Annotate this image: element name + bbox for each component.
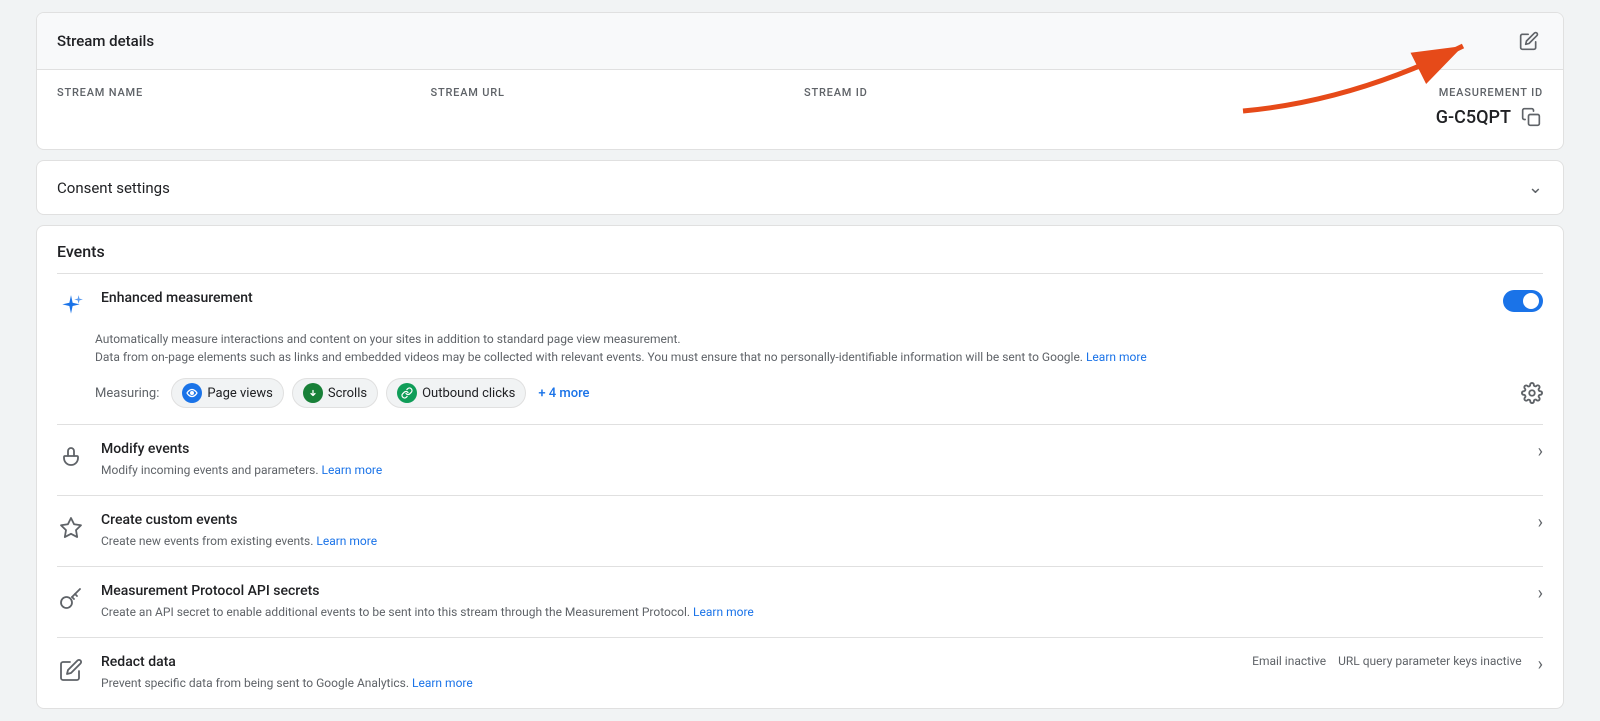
measurement-protocol-learn-more[interactable]: Learn more — [693, 605, 754, 619]
enhanced-measurement-icon — [57, 292, 85, 320]
chevron-right-icon-4: › — [1538, 654, 1543, 675]
stream-details-header: Stream details — [37, 13, 1563, 70]
consent-settings-title: Consent settings — [57, 179, 170, 197]
link-icon — [401, 387, 413, 399]
eye-icon — [186, 387, 198, 399]
events-section-title: Events — [57, 242, 1543, 261]
email-inactive-status: Email inactive — [1252, 654, 1326, 668]
measurement-id-label: MEASUREMENT ID — [1439, 86, 1543, 99]
enhanced-measurement-toggle[interactable]: ✓ — [1503, 290, 1543, 316]
modify-events-icon — [57, 443, 85, 471]
create-custom-events-title: Create custom events — [101, 512, 1522, 528]
scrolls-label: Scrolls — [328, 386, 367, 401]
stream-id-col: STREAM ID — [804, 86, 1170, 129]
stream-name-label: STREAM NAME — [57, 86, 423, 99]
measuring-label: Measuring: — [95, 386, 159, 401]
toggle-label[interactable]: ✓ — [1503, 290, 1543, 312]
measurement-protocol-action: › — [1538, 583, 1543, 604]
url-query-inactive-status: URL query parameter keys inactive — [1338, 654, 1521, 668]
modify-events-desc: Modify incoming events and parameters. L… — [101, 461, 1522, 479]
create-custom-events-learn-more[interactable]: Learn more — [316, 534, 377, 548]
scrolls-icon — [303, 383, 323, 403]
measurement-protocol-title: Measurement Protocol API secrets — [101, 583, 1522, 599]
stream-url-col: STREAM URL — [431, 86, 797, 129]
modify-events-item[interactable]: Modify events Modify incoming events and… — [57, 424, 1543, 495]
events-card: Events Enhanced measurement — [36, 225, 1564, 709]
chevron-right-icon-3: › — [1538, 583, 1543, 604]
more-link[interactable]: + 4 more — [538, 386, 589, 401]
chevron-right-icon-2: › — [1538, 512, 1543, 533]
gear-icon — [1521, 382, 1543, 404]
measurement-id-value: G-C5QPT — [1436, 107, 1511, 128]
outbound-clicks-chip: Outbound clicks — [386, 378, 526, 408]
consent-settings-card: Consent settings ⌄ — [36, 160, 1564, 215]
scrolls-chip: Scrolls — [292, 378, 378, 408]
create-custom-events-action: › — [1538, 512, 1543, 533]
outbound-clicks-icon — [397, 383, 417, 403]
enhanced-measurement-description: Automatically measure interactions and c… — [95, 330, 1543, 366]
chevron-right-icon: › — [1538, 441, 1543, 462]
page-views-label: Page views — [207, 386, 272, 401]
enhanced-measurement-title-block: Enhanced measurement — [101, 290, 1487, 306]
events-section: Events Enhanced measurement — [37, 226, 1563, 708]
stream-id-label: STREAM ID — [804, 86, 1170, 99]
copy-icon — [1521, 107, 1541, 127]
modify-events-learn-more[interactable]: Learn more — [322, 463, 383, 477]
measurement-protocol-content: Measurement Protocol API secrets Create … — [101, 583, 1522, 621]
create-custom-events-desc: Create new events from existing events. … — [101, 532, 1522, 550]
consent-settings-toggle[interactable]: Consent settings ⌄ — [37, 161, 1563, 214]
enhanced-measurement-section: Enhanced measurement ✓ Automatically mea… — [57, 273, 1543, 424]
redact-data-icon — [57, 656, 85, 684]
stream-info-row: STREAM NAME STREAM URL STREAM ID MEASURE… — [37, 70, 1563, 149]
custom-event-icon — [59, 516, 83, 540]
enhanced-measurement-settings-button[interactable] — [1521, 382, 1543, 404]
redact-data-desc: Prevent specific data from being sent to… — [101, 674, 1236, 692]
edit-button[interactable] — [1515, 27, 1543, 55]
measurement-protocol-item[interactable]: Measurement Protocol API secrets Create … — [57, 566, 1543, 637]
stream-details-card: Stream details STREAM NAME STREAM URL ST… — [36, 12, 1564, 150]
enhanced-measurement-learn-more[interactable]: Learn more — [1086, 350, 1147, 364]
redact-data-action: › — [1538, 654, 1543, 675]
page-views-chip: Page views — [171, 378, 283, 408]
redact-data-content: Redact data Prevent specific data from b… — [101, 654, 1236, 692]
outbound-clicks-label: Outbound clicks — [422, 386, 515, 401]
chevron-down-icon: ⌄ — [1528, 177, 1543, 198]
toggle-slider: ✓ — [1503, 290, 1543, 312]
copy-measurement-id-button[interactable] — [1519, 105, 1543, 129]
finger-tap-icon — [59, 445, 83, 469]
redact-data-status: Email inactive URL query parameter keys … — [1252, 654, 1521, 668]
modify-events-action: › — [1538, 441, 1543, 462]
pencil-icon — [1519, 31, 1539, 51]
create-custom-events-item[interactable]: Create custom events Create new events f… — [57, 495, 1543, 566]
measurement-id-col: MEASUREMENT ID G-C5QPT — [1178, 86, 1544, 129]
create-custom-events-content: Create custom events Create new events f… — [101, 512, 1522, 550]
measurement-protocol-desc: Create an API secret to enable additiona… — [101, 603, 1522, 621]
enhanced-measurement-title: Enhanced measurement — [101, 290, 1487, 306]
modify-events-content: Modify events Modify incoming events and… — [101, 441, 1522, 479]
toggle-check-icon: ✓ — [1528, 294, 1539, 309]
measurement-protocol-icon — [57, 585, 85, 613]
enhanced-measurement-header: Enhanced measurement ✓ — [57, 290, 1543, 320]
redact-data-title: Redact data — [101, 654, 1236, 670]
create-custom-events-icon — [57, 514, 85, 542]
redact-data-item[interactable]: Redact data Prevent specific data from b… — [57, 637, 1543, 708]
sparkle-icon — [58, 293, 84, 319]
stream-url-label: STREAM URL — [431, 86, 797, 99]
stream-name-col: STREAM NAME — [57, 86, 423, 129]
measuring-row: Measuring: Page views — [95, 378, 1543, 408]
page-views-icon — [182, 383, 202, 403]
modify-events-title: Modify events — [101, 441, 1522, 457]
key-icon — [59, 587, 83, 611]
redact-icon — [59, 658, 83, 682]
stream-details-title: Stream details — [57, 32, 154, 50]
scroll-icon — [307, 387, 319, 399]
redact-data-learn-more[interactable]: Learn more — [412, 676, 473, 690]
